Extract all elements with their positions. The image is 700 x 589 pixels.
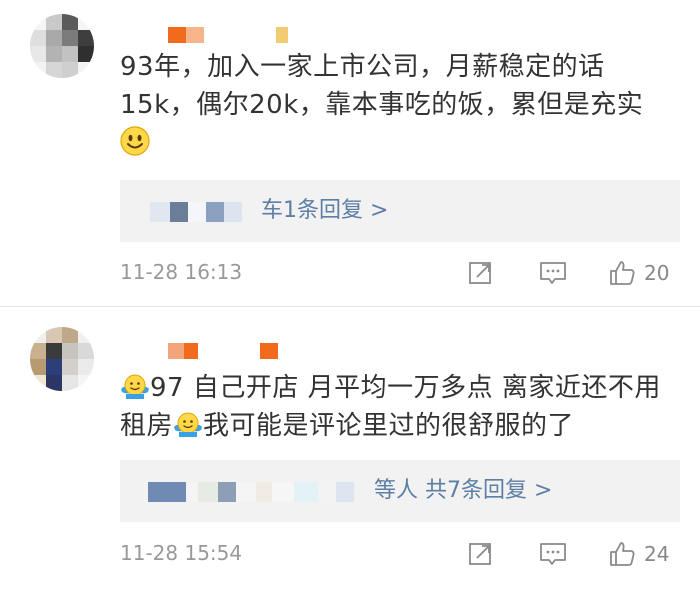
share-icon [469, 262, 491, 284]
reply-button[interactable] [539, 539, 567, 569]
reply-summary-box[interactable]: 等人 共7条回复 > [120, 460, 680, 522]
comment-icon [540, 543, 566, 565]
thumbs-up-icon [610, 542, 635, 566]
comment-text-content: 93年，加入一家上市公司，月薪稳定的话15k，偶尔20k，靠本事吃的饭，累但是充… [120, 52, 644, 120]
comment-footer: 11-28 15:54 24 [120, 539, 680, 569]
reply-button[interactable] [539, 258, 567, 288]
replier-names [150, 202, 242, 222]
reply-count-link[interactable]: 车1条回复 > [261, 196, 388, 226]
comment-text: 97 自己开店 月平均一万多点 离家近还不用租房 我可能是评论里过的很舒服的了 [120, 369, 680, 445]
reply-count-link[interactable]: 等人 共7条回复 > [374, 476, 552, 506]
comment-footer: 11-28 16:13 20 [120, 258, 680, 288]
shrug-emoji-icon [173, 409, 203, 439]
comment-icon [540, 262, 566, 284]
comment-item: 93年，加入一家上市公司，月薪稳定的话15k，偶尔20k，靠本事吃的饭，累但是充… [0, 0, 700, 306]
share-button[interactable] [468, 539, 494, 569]
like-button[interactable]: 20 [608, 258, 669, 288]
timestamp: 11-28 15:54 [120, 541, 243, 565]
comment-text-part-b: 我可能是评论里过的很舒服的了 [203, 411, 575, 441]
like-count: 20 [644, 261, 670, 285]
replier-names [148, 482, 354, 502]
share-icon [469, 543, 491, 565]
username[interactable] [168, 27, 288, 43]
avatar[interactable] [30, 14, 94, 78]
avatar[interactable] [30, 327, 94, 391]
like-button[interactable]: 24 [608, 539, 669, 569]
shrug-emoji-icon [120, 371, 150, 401]
smile-emoji-icon [120, 126, 150, 156]
username[interactable] [168, 343, 278, 359]
comment-item: 97 自己开店 月平均一万多点 离家近还不用租房 我可能是评论里过的很舒服的了 … [0, 307, 700, 589]
reply-summary-box[interactable]: 车1条回复 > [120, 180, 680, 242]
thumbs-up-icon [610, 261, 635, 285]
comment-text: 93年，加入一家上市公司，月薪稳定的话15k，偶尔20k，靠本事吃的饭，累但是充… [120, 48, 680, 162]
share-button[interactable] [468, 258, 494, 288]
timestamp: 11-28 16:13 [120, 260, 243, 284]
like-count: 24 [644, 542, 670, 566]
